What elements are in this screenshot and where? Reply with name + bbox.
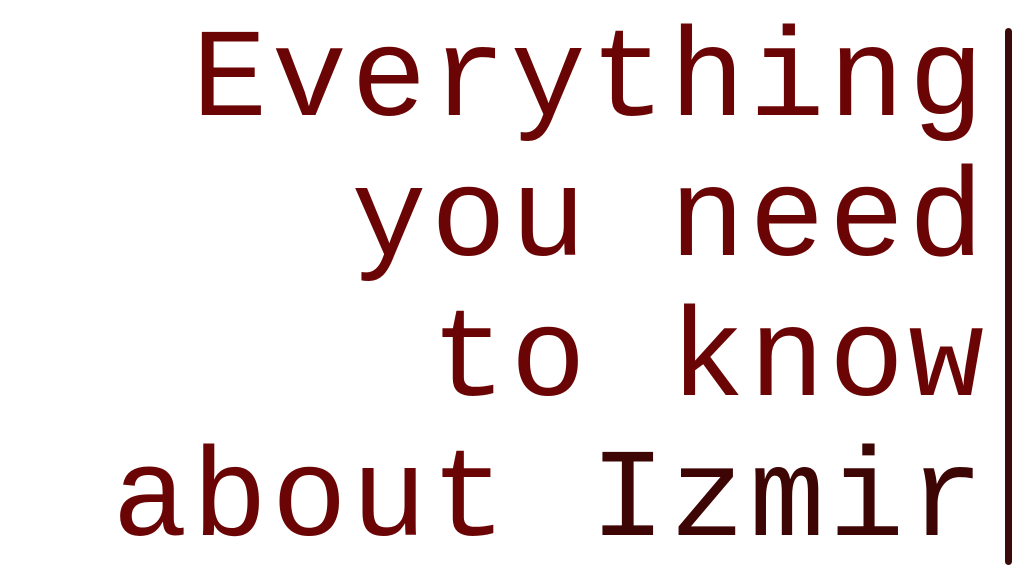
headline-line-3: to know	[430, 290, 988, 433]
headline-line-2: you need	[351, 150, 988, 293]
headline-emphasis-city: Izmir	[589, 430, 988, 573]
headline-line-1: Everything	[191, 10, 988, 153]
headline-line-4: about Izmir	[112, 432, 988, 572]
headline: Everything you need to know about Izmir	[112, 12, 988, 572]
vertical-accent-rule	[1005, 28, 1012, 565]
headline-line-4-prefix: about	[112, 430, 511, 573]
title-card: Everything you need to know about Izmir	[0, 0, 1032, 588]
